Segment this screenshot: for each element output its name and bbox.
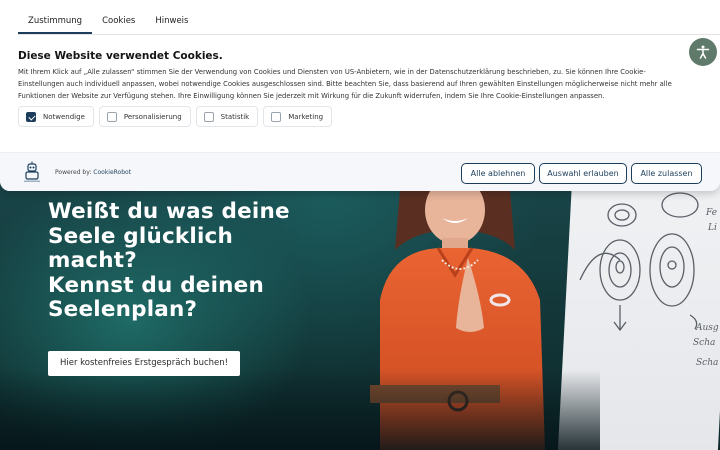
cookierobot-logo-icon[interactable] <box>22 161 42 187</box>
banner-footer: Powered by: CookieRobot Alle ablehnen Au… <box>0 152 720 191</box>
accessibility-icon <box>696 45 710 59</box>
checkbox[interactable] <box>203 111 214 122</box>
banner-description: Mit Ihrem Klick auf „Alle zulassen“ stim… <box>18 68 672 100</box>
category-marketing[interactable]: Marketing <box>263 106 333 127</box>
svg-text:Scha: Scha <box>693 338 715 348</box>
category-label: Marketing <box>288 112 324 121</box>
deny-all-button[interactable]: Alle ablehnen <box>461 163 535 184</box>
powered-by: Powered by: CookieRobot <box>55 169 131 176</box>
tab-cookies[interactable]: Cookies <box>92 12 145 34</box>
headline-line: Seele glücklich <box>48 223 233 249</box>
svg-text:Li: Li <box>707 223 717 233</box>
headline-line: Kennst du deinen <box>48 272 264 298</box>
svg-text:Scha: Scha <box>696 358 718 368</box>
cookie-categories: Notwendige Personalisierung Statistik Ma… <box>18 106 333 127</box>
hero-floor-shade <box>0 370 600 450</box>
cookie-consent-banner: Zustimmung Cookies Hinweis Diese Website… <box>0 0 720 191</box>
headline-line: Seelenplan? <box>48 297 198 322</box>
tab-hinweis[interactable]: Hinweis <box>145 12 198 34</box>
accessibility-button[interactable] <box>689 38 717 66</box>
svg-text:Fe: Fe <box>705 208 717 218</box>
checkbox[interactable] <box>271 111 282 122</box>
headline-line: macht? <box>48 248 137 273</box>
book-consultation-button[interactable]: Hier kostenfreies Erstgespräch buchen! <box>48 351 241 376</box>
hero-headline: Weißt du was deine Seele glücklich macht… <box>48 199 348 323</box>
consent-tabs: Zustimmung Cookies Hinweis <box>18 12 198 34</box>
headline-line: Weißt du was deine <box>48 199 290 224</box>
category-label: Personalisierung <box>123 112 182 121</box>
svg-text:Ausg: Ausg <box>695 323 719 333</box>
tab-divider <box>18 34 720 35</box>
cookierobot-link[interactable]: CookieRobot <box>93 169 131 176</box>
allow-all-button[interactable]: Alle zulassen <box>631 163 702 184</box>
category-label: Notwendige <box>43 112 85 121</box>
tab-zustimmung[interactable]: Zustimmung <box>18 12 93 34</box>
category-notwendige[interactable]: Notwendige <box>18 106 94 127</box>
powered-prefix: Powered by: <box>55 169 92 176</box>
checkbox[interactable] <box>106 111 117 122</box>
category-label: Statistik <box>220 112 250 121</box>
category-personalisierung[interactable]: Personalisierung <box>98 106 191 127</box>
banner-title: Diese Website verwendet Cookies. <box>18 50 223 62</box>
category-statistik[interactable]: Statistik <box>195 106 259 127</box>
allow-selection-button[interactable]: Auswahl erlauben <box>539 163 627 184</box>
checkbox-checked[interactable] <box>26 111 36 122</box>
